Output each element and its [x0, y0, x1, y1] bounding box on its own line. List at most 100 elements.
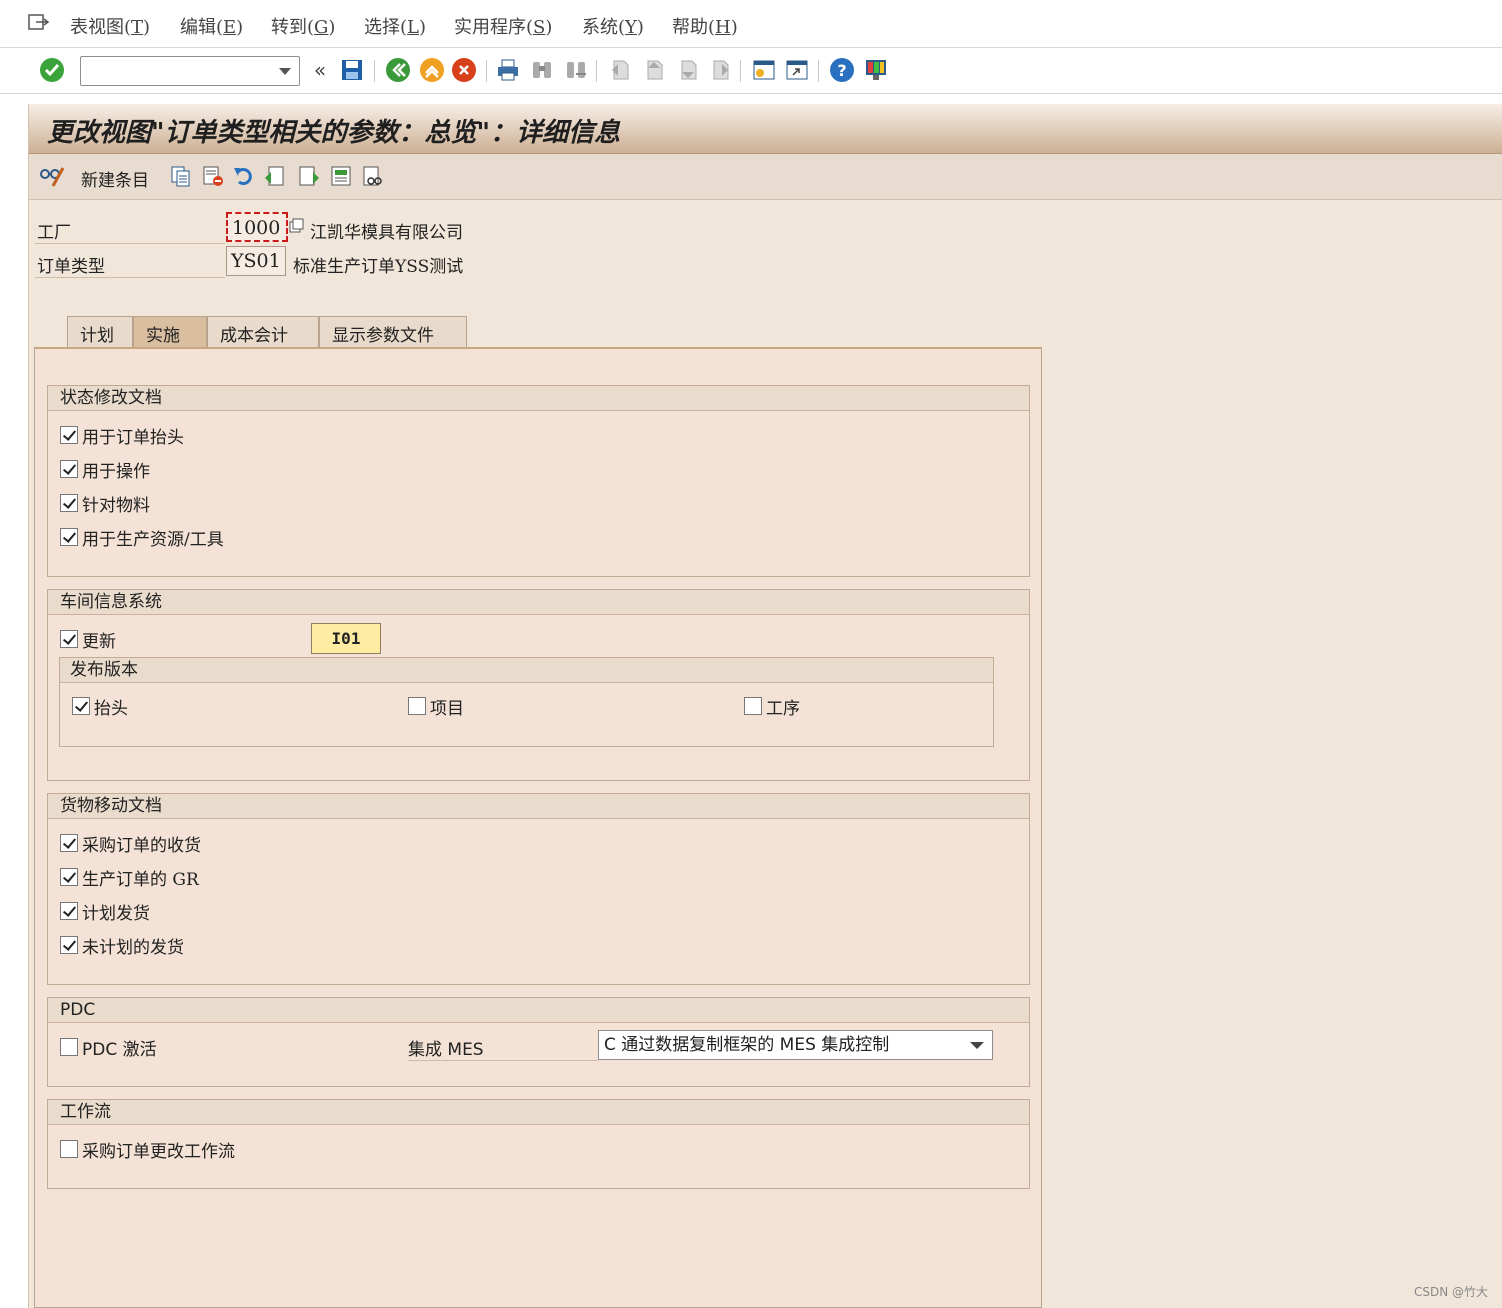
group-header: PDC [48, 998, 1029, 1023]
checkbox-po-gr[interactable]: 采购订单的收货 [60, 831, 201, 856]
checkbox-release-item[interactable]: 项目 [408, 694, 464, 719]
checkbox-icon[interactable] [60, 630, 78, 648]
plant-label: 工厂 [37, 223, 71, 243]
watermark: CSDN @竹大 [1413, 1285, 1488, 1299]
group-release: 发布版本 抬头 项目 工序 [59, 657, 994, 747]
find-next-icon[interactable] [562, 56, 590, 84]
plant-input[interactable]: 1000 [226, 212, 288, 242]
find-icon[interactable] [528, 56, 556, 84]
application-toolbar: 新建条目 [29, 154, 1502, 200]
checkbox-icon[interactable] [60, 460, 78, 478]
delete-icon[interactable] [201, 164, 225, 188]
collapse-icon[interactable]: « [306, 56, 334, 84]
new-session-icon[interactable] [750, 56, 778, 84]
checkbox-planned-gi[interactable]: 计划发货 [60, 899, 150, 924]
checkbox-pdc-active[interactable]: PDC 激活 [60, 1035, 157, 1060]
enter-check-icon[interactable] [38, 56, 66, 84]
checkbox-release-header[interactable]: 抬头 [72, 694, 128, 719]
mes-select[interactable]: C 通过数据复制框架的 MES 集成控制 [598, 1030, 993, 1060]
checkbox-po-workflow[interactable]: 采购订单更改工作流 [60, 1137, 235, 1162]
group-goods-movement: 货物移动文档 采购订单的收货 生产订单的 GR 计划发货 未计划的发货 [47, 793, 1030, 985]
print-icon[interactable] [494, 56, 522, 84]
plant-field-row: 工厂 [35, 212, 225, 244]
group-pdc: PDC PDC 激活 集成 MES C 通过数据复制框架的 MES 集成控制 [47, 997, 1030, 1087]
group-header: 工作流 [48, 1100, 1029, 1125]
checkbox-prod-order-gr[interactable]: 生产订单的 GR [60, 865, 199, 890]
tab-cost-accounting[interactable]: 成本会计 [207, 316, 319, 348]
customize-layout-icon[interactable] [862, 56, 890, 84]
plant-description: 江凯华模具有限公司 [310, 223, 463, 243]
menu-bar: 表视图(T) 编辑(E) 转到(G) 选择(L) 实用程序(S) 系统(Y) 帮… [0, 0, 1502, 48]
undo-change-icon[interactable] [232, 164, 256, 188]
checkbox-icon[interactable] [60, 834, 78, 852]
checkbox-unplanned-gi[interactable]: 未计划的发货 [60, 933, 184, 958]
group-status-docs: 状态修改文档 用于订单抬头 用于操作 针对物料 用于生产资源/工具 [47, 385, 1030, 577]
chevron-down-icon[interactable] [970, 1042, 984, 1049]
standard-toolbar: « ? [0, 48, 1502, 94]
prev-page-icon[interactable] [640, 56, 668, 84]
checkbox-material[interactable]: 针对物料 [60, 491, 150, 516]
chevron-down-icon[interactable] [279, 68, 291, 75]
new-entries-button[interactable]: 新建条目 [81, 166, 149, 191]
mes-label: 集成 MES [408, 1035, 598, 1061]
checkbox-icon[interactable] [408, 697, 426, 715]
menu-item-system[interactable]: 系统(Y) [582, 13, 644, 39]
next-page-icon[interactable] [674, 56, 702, 84]
menu-item-selection[interactable]: 选择(L) [364, 13, 426, 39]
menu-item-table-view[interactable]: 表视图(T) [70, 13, 150, 39]
tab-planning[interactable]: 计划 [67, 316, 133, 348]
order-type-label: 订单类型 [37, 257, 105, 277]
checkbox-prt[interactable]: 用于生产资源/工具 [60, 525, 224, 550]
update-key-button[interactable]: I01 [311, 623, 381, 654]
copy-icon[interactable] [289, 218, 305, 234]
menu-item-help[interactable]: 帮助(H) [672, 13, 738, 39]
command-field[interactable] [80, 56, 300, 86]
checkbox-icon[interactable] [60, 494, 78, 512]
last-page-icon[interactable] [706, 56, 734, 84]
checkbox-operations[interactable]: 用于操作 [60, 457, 150, 482]
tab-implementation[interactable]: 实施 [133, 316, 207, 348]
exit-icon[interactable] [418, 56, 446, 84]
tab-display-profile[interactable]: 显示参数文件 [319, 316, 467, 348]
checkbox-icon[interactable] [72, 697, 90, 715]
group-header: 货物移动文档 [48, 794, 1029, 819]
checkbox-icon[interactable] [744, 697, 762, 715]
checkbox-icon[interactable] [60, 902, 78, 920]
checkbox-icon[interactable] [60, 868, 78, 886]
checkbox-order-header[interactable]: 用于订单抬头 [60, 423, 184, 448]
checkbox-icon[interactable] [60, 528, 78, 546]
checkbox-icon[interactable] [60, 426, 78, 444]
help-icon[interactable]: ? [828, 56, 856, 84]
svg-text:?: ? [837, 61, 846, 80]
group-header: 发布版本 [60, 658, 993, 683]
title-bar: 更改视图"订单类型相关的参数：总览"：详细信息 [29, 104, 1502, 154]
main-screen: 更改视图"订单类型相关的参数：总览"：详细信息 新建条目 工厂 1000 江凯华… [28, 104, 1502, 1308]
order-type-field-row: 订单类型 [35, 246, 225, 278]
back-icon[interactable] [384, 56, 412, 84]
shortcut-icon[interactable] [783, 56, 811, 84]
menu-item-utilities[interactable]: 实用程序(S) [454, 13, 552, 39]
group-header: 车间信息系统 [48, 590, 1029, 615]
copy-as-icon[interactable] [169, 164, 193, 188]
menu-icon[interactable] [28, 13, 50, 31]
checkbox-icon[interactable] [60, 1140, 78, 1158]
checkbox-release-operation[interactable]: 工序 [744, 694, 800, 719]
checkbox-icon[interactable] [60, 1038, 78, 1056]
print-preview-icon[interactable] [361, 164, 385, 188]
next-entry-icon[interactable] [297, 164, 321, 188]
group-header: 状态修改文档 [48, 386, 1029, 411]
checkbox-update[interactable]: 更新 [60, 627, 116, 652]
group-workflow: 工作流 采购订单更改工作流 [47, 1099, 1030, 1189]
menu-item-edit[interactable]: 编辑(E) [180, 13, 243, 39]
first-page-icon[interactable] [606, 56, 634, 84]
order-type-input[interactable]: YS01 [226, 246, 286, 276]
cancel-icon[interactable] [450, 56, 478, 84]
menu-item-goto[interactable]: 转到(G) [271, 13, 335, 39]
save-icon[interactable] [338, 56, 366, 84]
checkbox-icon[interactable] [60, 936, 78, 954]
tab-panel-implementation: 状态修改文档 用于订单抬头 用于操作 针对物料 用于生产资源/工具 车间信息系统… [34, 347, 1042, 1308]
previous-entry-icon[interactable] [263, 164, 287, 188]
select-block-icon[interactable] [329, 164, 353, 188]
page-title: 更改视图"订单类型相关的参数：总览"：详细信息 [47, 118, 621, 148]
glasses-pencil-icon[interactable] [39, 164, 65, 188]
